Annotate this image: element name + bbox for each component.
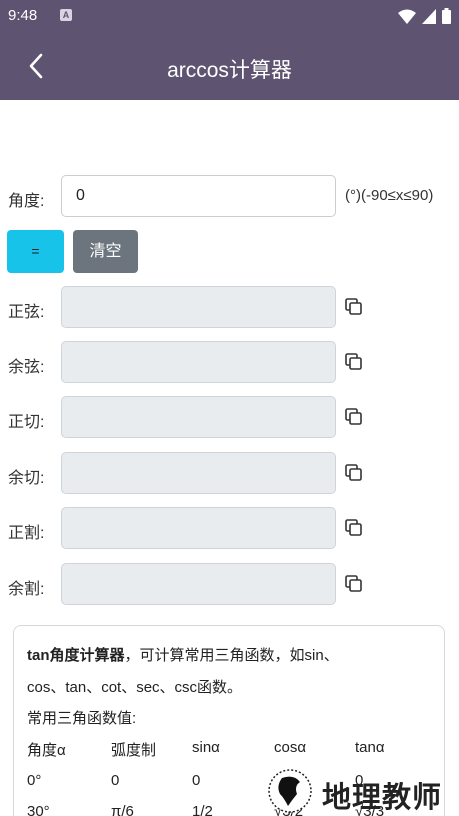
result-row-cosecant: 余割:: [0, 563, 459, 607]
table-header: sinα: [192, 739, 220, 756]
sine-output[interactable]: [61, 286, 336, 328]
result-row-cosine: 余弦:: [0, 341, 459, 385]
cotangent-output[interactable]: [61, 452, 336, 494]
table-header: tanα: [355, 739, 385, 756]
status-time: 9:48: [8, 7, 38, 24]
signal-icon: [422, 8, 436, 24]
copy-icon[interactable]: [344, 518, 364, 538]
cosecant-output[interactable]: [61, 563, 336, 605]
info-intro-line2: cos、tan、cot、sec、csc函数。: [27, 679, 243, 696]
secant-label: 正割:: [8, 525, 45, 542]
angle-label: 角度:: [8, 193, 45, 210]
cosine-output[interactable]: [61, 341, 336, 383]
table-header: 弧度制: [111, 742, 157, 759]
page-title: arccos计算器: [167, 59, 292, 82]
table-cell: 30°: [27, 803, 50, 816]
globe-logo-icon: [268, 769, 312, 813]
sine-label: 正弦:: [8, 304, 45, 321]
angle-row: 角度: (°)(-90≤x≤90): [0, 175, 459, 219]
table-cell: 0°: [27, 772, 42, 789]
info-title: tan角度计算器: [27, 647, 125, 664]
table-cell: 0: [111, 772, 120, 789]
angle-range-hint: (°)(-90≤x≤90): [345, 187, 434, 204]
cosine-label: 余弦:: [8, 359, 45, 376]
status-icons: [398, 7, 451, 25]
result-row-tangent: 正切:: [0, 396, 459, 440]
table-cell: π/6: [111, 803, 134, 816]
watermark-text: 地理教师: [322, 780, 443, 814]
notification-icon: A: [60, 9, 72, 21]
app-bar: arccos计算器: [0, 32, 459, 100]
result-row-sine: 正弦:: [0, 286, 459, 330]
battery-icon: [442, 8, 451, 24]
result-row-cotangent: 余切:: [0, 452, 459, 496]
copy-icon[interactable]: [344, 463, 364, 483]
info-intro: tan角度计算器，可计算常用三角函数，如sin、: [27, 644, 339, 665]
cotangent-label: 余切:: [8, 470, 45, 487]
table-cell: 1/2: [192, 803, 213, 816]
copy-icon[interactable]: [344, 574, 364, 594]
copy-icon[interactable]: [344, 407, 364, 427]
result-row-secant: 正割:: [0, 507, 459, 551]
table-header: cosα: [274, 739, 307, 756]
tangent-label: 正切:: [8, 414, 45, 431]
wifi-icon: [398, 9, 416, 24]
cosecant-label: 余割:: [8, 581, 45, 598]
table-cell: 0: [192, 772, 201, 789]
clear-button[interactable]: 清空: [73, 230, 138, 273]
table-caption: 常用三角函数值:: [27, 710, 137, 727]
info-intro-text: ，可计算常用三角函数，如sin、: [124, 647, 339, 664]
secant-output[interactable]: [61, 507, 336, 549]
tangent-output[interactable]: [61, 396, 336, 438]
table-header: 角度α: [27, 742, 66, 759]
watermark: 地理教师: [264, 766, 459, 816]
angle-input[interactable]: [61, 175, 336, 217]
copy-icon[interactable]: [344, 297, 364, 317]
copy-icon[interactable]: [344, 352, 364, 372]
status-bar: 9:48 A: [0, 0, 459, 32]
calculate-button[interactable]: =: [7, 230, 64, 273]
